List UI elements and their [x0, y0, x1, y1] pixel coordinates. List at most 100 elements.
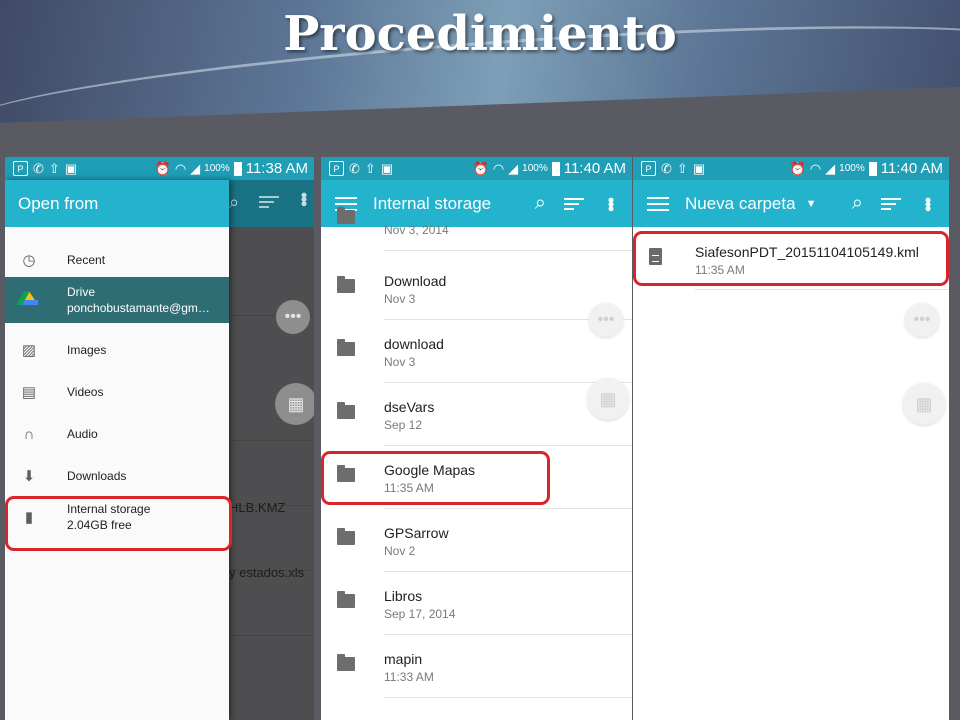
drawer-item-audio[interactable]: ∩ Audio	[5, 411, 229, 457]
clock: 11:38 AM	[245, 160, 308, 177]
more-options-fab[interactable]: •••	[589, 303, 623, 337]
list-item[interactable]: Download Nov 3	[321, 257, 632, 320]
list-item[interactable]: GPSarrow Nov 2	[321, 509, 632, 572]
clock-icon: ◷	[22, 252, 36, 269]
remote-fab[interactable]: ▦	[903, 383, 945, 425]
screenshot-open-from: P ✆ ⇧ ▣ ⏰ ◠ ◢ 100% 11:38 AM ⌕ ••• HLB.KM…	[5, 157, 314, 720]
folder-name: Libros	[384, 588, 423, 604]
more-options-fab[interactable]: •••	[905, 303, 939, 337]
upload-icon: ⇧	[364, 161, 376, 176]
screenshot-nueva-carpeta: P ✆ ⇧ ▣ ⏰ ◠ ◢ 100% 11:40 AM Nueva carpet…	[633, 157, 949, 720]
appbar-title[interactable]: Nueva carpeta	[685, 194, 796, 214]
screenshot-internal-storage: P ✆ ⇧ ▣ ⏰ ◠ ◢ 100% 11:40 AM Internal sto…	[321, 157, 632, 720]
drawer-title: Open from	[5, 180, 229, 227]
remote-fab[interactable]: ▦	[275, 383, 314, 425]
google-drive-icon	[15, 291, 39, 309]
alarm-icon: ⏰	[789, 161, 806, 176]
folder-name: mapin	[384, 651, 423, 667]
wifi-icon: ◠	[174, 161, 187, 176]
chevron-down-icon[interactable]: ▼	[806, 198, 817, 210]
battery-icon	[233, 161, 242, 176]
battery-percent: 100%	[522, 163, 548, 174]
dim-divider	[229, 635, 314, 636]
wifi-icon: ◠	[492, 161, 505, 176]
folder-icon	[337, 207, 355, 224]
drive-label: Drive	[67, 285, 96, 299]
signal-icon: ◢	[508, 161, 519, 176]
folder-name: download	[384, 336, 444, 352]
menu-icon[interactable]	[647, 196, 669, 211]
battery-percent: 100%	[204, 163, 230, 174]
folder-date: Sep 12	[384, 418, 423, 432]
drawer-item-images[interactable]: ▨ Images	[5, 327, 229, 373]
list-item[interactable]: download Nov 3	[321, 320, 632, 383]
more-options-fab[interactable]: •••	[276, 300, 310, 334]
whatsapp-icon: ✆	[661, 161, 672, 176]
search-icon[interactable]: ⌕	[852, 192, 863, 215]
folder-icon	[337, 591, 355, 608]
whatsapp-icon: ✆	[349, 161, 360, 176]
drawer-item-label: Images	[67, 343, 107, 357]
signal-icon: ◢	[825, 161, 836, 176]
folder-icon	[337, 276, 355, 293]
whatsapp-icon: ✆	[33, 161, 44, 176]
highlight-box	[5, 496, 232, 551]
file-list: SiafesonPDT_20151104105149.kml 11:35 AM	[633, 227, 949, 720]
search-icon: ⌕	[229, 192, 240, 212]
remote-fab[interactable]: ▦	[587, 378, 629, 420]
list-item[interactable]: Nov 3, 2014	[321, 188, 632, 251]
battery-icon	[868, 161, 877, 176]
highlight-box	[633, 231, 949, 286]
clock: 11:40 AM	[563, 160, 626, 177]
file-name-partial: HLB.KMZ	[229, 500, 286, 515]
drive-account: ponchobustamante@gm…	[67, 301, 210, 315]
list-item[interactable]: dseVars Sep 12	[321, 383, 632, 446]
dimmed-background[interactable]: ⌕ ••• HLB.KMZ y estados.xls ••• ▦	[229, 180, 314, 720]
more-icon: •••	[294, 192, 314, 205]
drawer-item-label: Audio	[67, 427, 98, 441]
upload-icon: ⇧	[676, 161, 688, 176]
alarm-icon: ⏰	[472, 161, 489, 176]
folder-icon	[337, 654, 355, 671]
more-icon[interactable]: •••	[918, 197, 938, 210]
folder-icon	[337, 528, 355, 545]
folder-date: Nov 3	[384, 355, 416, 369]
status-bar: P ✆ ⇧ ▣ ⏰ ◠ ◢ 100% 11:38 AM	[5, 157, 314, 180]
folder-name: Download	[384, 273, 447, 289]
app-p-icon: P	[641, 161, 656, 176]
sort-icon[interactable]	[881, 197, 901, 210]
headphones-icon: ∩	[23, 425, 35, 443]
folder-icon	[337, 402, 355, 419]
bag-icon: ▣	[64, 161, 78, 176]
battery-percent: 100%	[839, 163, 865, 174]
navigation-drawer: Open from ◷ Recent Drive ponchobustamant…	[5, 180, 229, 720]
dim-divider	[229, 440, 314, 441]
wifi-icon: ◠	[809, 161, 822, 176]
folder-date: Nov 3, 2014	[384, 223, 449, 237]
download-icon: ⬇	[22, 468, 36, 485]
upload-icon: ⇧	[48, 161, 60, 176]
app-p-icon: P	[13, 161, 28, 176]
sort-icon	[259, 196, 279, 208]
list-item[interactable]: mapin 11:33 AM	[321, 635, 632, 698]
dimmed-appbar: ⌕ •••	[229, 180, 314, 227]
drawer-item-drive[interactable]: Drive ponchobustamante@gm…	[5, 277, 229, 323]
alarm-icon: ⏰	[154, 161, 171, 176]
folder-name: GPSarrow	[384, 525, 449, 541]
drawer-item-label: Recent	[67, 253, 106, 267]
drawer-item-videos[interactable]: ▤ Videos	[5, 369, 229, 415]
folder-name: dseVars	[384, 399, 435, 415]
bag-icon: ▣	[692, 161, 706, 176]
divider	[384, 697, 632, 698]
divider	[384, 250, 632, 251]
bag-icon: ▣	[380, 161, 394, 176]
app-bar: Nueva carpeta ▼ ⌕ •••	[633, 180, 949, 227]
clock: 11:40 AM	[880, 160, 943, 177]
slide-title: Procedimiento	[283, 6, 677, 62]
drawer-item-downloads[interactable]: ⬇ Downloads	[5, 453, 229, 499]
app-p-icon: P	[329, 161, 344, 176]
film-icon: ▤	[21, 384, 37, 401]
folder-date: 11:33 AM	[384, 670, 434, 684]
list-item[interactable]: Libros Sep 17, 2014	[321, 572, 632, 635]
status-bar: P ✆ ⇧ ▣ ⏰ ◠ ◢ 100% 11:40 AM	[633, 157, 949, 180]
